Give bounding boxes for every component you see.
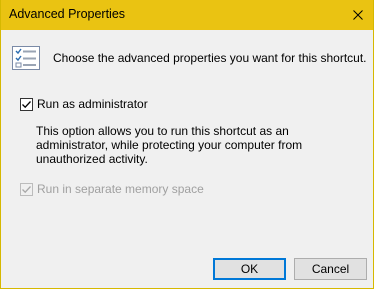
checkmark-icon: [22, 100, 31, 108]
separate-memory-space-label: Run in separate memory space: [37, 182, 204, 196]
close-button[interactable]: [343, 0, 373, 30]
ok-button[interactable]: OK: [213, 258, 286, 280]
cancel-button[interactable]: Cancel: [294, 258, 367, 280]
option-description: This option allows you to run this short…: [36, 124, 303, 166]
header-instruction: Choose the advanced properties you want …: [53, 51, 367, 65]
run-as-administrator-label[interactable]: Run as administrator: [37, 97, 148, 111]
separate-memory-space-option: Run in separate memory space: [20, 182, 204, 196]
checkmark-icon: [22, 185, 31, 193]
window-title: Advanced Properties: [9, 7, 126, 21]
checklist-icon: [12, 46, 40, 70]
title-bar[interactable]: Advanced Properties: [1, 0, 373, 30]
advanced-properties-dialog: Advanced Properties Choose the advanced …: [0, 0, 374, 289]
separate-memory-space-checkbox: [20, 182, 33, 196]
run-as-administrator-checkbox[interactable]: [20, 97, 33, 111]
close-icon: [353, 10, 363, 20]
run-as-administrator-option[interactable]: Run as administrator: [20, 97, 148, 111]
